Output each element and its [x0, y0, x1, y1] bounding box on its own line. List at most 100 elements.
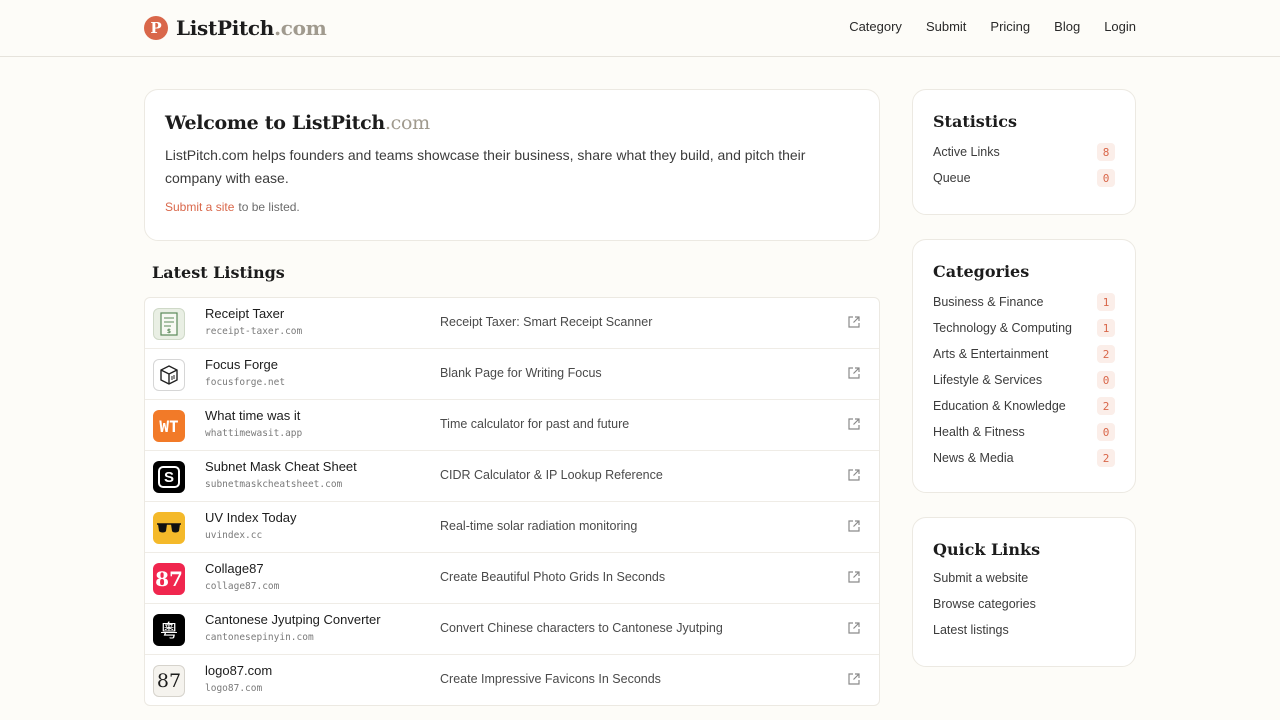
stat-value-badge: 0: [1097, 169, 1115, 187]
quick-link-browse[interactable]: Browse categories: [933, 591, 1115, 617]
category-label[interactable]: Technology & Computing: [933, 321, 1072, 335]
cube-icon: [153, 359, 185, 391]
categories-title: Categories: [933, 262, 1030, 281]
welcome-description: ListPitch.com helps founders and teams s…: [165, 147, 806, 186]
external-link-icon[interactable]: [847, 315, 861, 329]
category-count-badge: 2: [1097, 345, 1115, 363]
listing-domain: logo87.com: [205, 683, 263, 694]
external-link-icon[interactable]: [847, 366, 861, 380]
main-nav: Category Submit Pricing Blog Login: [849, 19, 1136, 34]
listing-name[interactable]: Focus Forge: [205, 357, 278, 372]
listing-row[interactable]: $ Receipt Taxer receipt-taxer.com Receip…: [145, 298, 879, 349]
receipt-icon: $: [153, 308, 185, 340]
listing-name[interactable]: Subnet Mask Cheat Sheet: [205, 459, 357, 474]
listing-tagline: Create Beautiful Photo Grids In Seconds: [440, 570, 666, 584]
listing-row[interactable]: Focus Forge focusforge.net Blank Page fo…: [145, 349, 879, 400]
nav-blog[interactable]: Blog: [1054, 19, 1080, 34]
stat-active-links: Active Links 8: [933, 139, 1115, 165]
listing-tagline: Convert Chinese characters to Cantonese …: [440, 621, 723, 635]
listing-row[interactable]: UV Index Today uvindex.cc Real-time sola…: [145, 502, 879, 553]
listing-tagline: Create Impressive Favicons In Seconds: [440, 672, 661, 686]
category-label[interactable]: Health & Fitness: [933, 425, 1025, 439]
category-count-badge: 1: [1097, 319, 1115, 337]
listing-name[interactable]: UV Index Today: [205, 510, 297, 525]
collage87-logo-icon: 87: [153, 563, 185, 595]
external-link-icon[interactable]: [847, 570, 861, 584]
listing-name[interactable]: Receipt Taxer: [205, 306, 284, 321]
listing-domain: whattimewasit.app: [205, 428, 303, 439]
s-logo-letter: S: [158, 466, 180, 488]
stat-label: Active Links: [933, 145, 1000, 159]
listing-tagline: CIDR Calculator & IP Lookup Reference: [440, 468, 663, 482]
listing-domain: cantonesepinyin.com: [205, 632, 314, 643]
category-label[interactable]: Lifestyle & Services: [933, 373, 1042, 387]
stat-queue: Queue 0: [933, 165, 1115, 191]
logo-badge-icon: P: [144, 16, 168, 40]
category-item[interactable]: Arts & Entertainment 2: [933, 341, 1115, 367]
listing-tagline: Blank Page for Writing Focus: [440, 366, 602, 380]
listing-row[interactable]: S Subnet Mask Cheat Sheet subnetmaskchea…: [145, 451, 879, 502]
listing-tagline: Receipt Taxer: Smart Receipt Scanner: [440, 315, 653, 329]
listing-name[interactable]: What time was it: [205, 408, 300, 423]
listing-tagline: Real-time solar radiation monitoring: [440, 519, 638, 533]
submit-site-link[interactable]: Submit a site: [165, 200, 234, 214]
svg-text:$: $: [167, 328, 171, 335]
category-item[interactable]: Lifestyle & Services 0: [933, 367, 1115, 393]
quick-link-latest[interactable]: Latest listings: [933, 617, 1115, 643]
quick-links-card: Quick Links Submit a website Browse cate…: [912, 517, 1136, 667]
category-count-badge: 2: [1097, 449, 1115, 467]
welcome-title-main: Welcome to ListPitch: [165, 112, 385, 134]
external-link-icon[interactable]: [847, 468, 861, 482]
listing-domain: focusforge.net: [205, 377, 286, 388]
latest-listings-title: Latest Listings: [152, 263, 285, 282]
submit-suffix: to be listed.: [238, 200, 300, 214]
s-logo-icon: S: [153, 461, 185, 493]
category-item[interactable]: News & Media 2: [933, 445, 1115, 471]
listing-name[interactable]: logo87.com: [205, 663, 272, 678]
yue-character-icon: 粵: [153, 614, 185, 646]
quick-link-submit[interactable]: Submit a website: [933, 565, 1115, 591]
category-item[interactable]: Education & Knowledge 2: [933, 393, 1115, 419]
categories-card: Categories Business & Finance 1 Technolog…: [912, 239, 1136, 493]
listing-name[interactable]: Collage87: [205, 561, 264, 576]
statistics-card: Statistics Active Links 8 Queue 0: [912, 89, 1136, 215]
site-logo[interactable]: P ListPitch.com: [144, 15, 327, 41]
statistics-title: Statistics: [933, 112, 1018, 131]
nav-category[interactable]: Category: [849, 19, 902, 34]
nav-pricing[interactable]: Pricing: [990, 19, 1030, 34]
category-count-badge: 0: [1097, 371, 1115, 389]
listing-domain: receipt-taxer.com: [205, 326, 303, 337]
listing-domain: subnetmaskcheatsheet.com: [205, 479, 343, 490]
welcome-title: Welcome to ListPitch.com: [165, 112, 859, 134]
external-link-icon[interactable]: [847, 519, 861, 533]
welcome-title-tld: .com: [384, 112, 430, 134]
logo-name: ListPitch: [176, 16, 275, 40]
category-count-badge: 1: [1097, 293, 1115, 311]
category-item[interactable]: Health & Fitness 0: [933, 419, 1115, 445]
listing-domain: uvindex.cc: [205, 530, 263, 541]
external-link-icon[interactable]: [847, 672, 861, 686]
listing-row[interactable]: WT What time was it whattimewasit.app Ti…: [145, 400, 879, 451]
external-link-icon[interactable]: [847, 417, 861, 431]
category-item[interactable]: Technology & Computing 1: [933, 315, 1115, 341]
nav-login[interactable]: Login: [1104, 19, 1136, 34]
category-label[interactable]: Education & Knowledge: [933, 399, 1066, 413]
category-item[interactable]: Business & Finance 1: [933, 289, 1115, 315]
listing-row[interactable]: 87 logo87.com logo87.com Create Impressi…: [145, 655, 879, 705]
category-label[interactable]: News & Media: [933, 451, 1014, 465]
welcome-submit-line: Submit a site to be listed.: [165, 200, 859, 214]
listing-name[interactable]: Cantonese Jyutping Converter: [205, 612, 381, 627]
category-label[interactable]: Arts & Entertainment: [933, 347, 1048, 361]
logo-wordmark: ListPitch.com: [176, 16, 327, 40]
stat-value-badge: 8: [1097, 143, 1115, 161]
external-link-icon[interactable]: [847, 621, 861, 635]
nav-submit[interactable]: Submit: [926, 19, 966, 34]
listing-tagline: Time calculator for past and future: [440, 417, 630, 431]
listing-row[interactable]: 粵 Cantonese Jyutping Converter cantonese…: [145, 604, 879, 655]
listing-row[interactable]: 87 Collage87 collage87.com Create Beauti…: [145, 553, 879, 604]
site-header: P ListPitch.com Category Submit Pricing …: [0, 0, 1280, 57]
category-count-badge: 2: [1097, 397, 1115, 415]
logo87-icon: 87: [153, 665, 185, 697]
listing-domain: collage87.com: [205, 581, 280, 592]
category-label[interactable]: Business & Finance: [933, 295, 1043, 309]
